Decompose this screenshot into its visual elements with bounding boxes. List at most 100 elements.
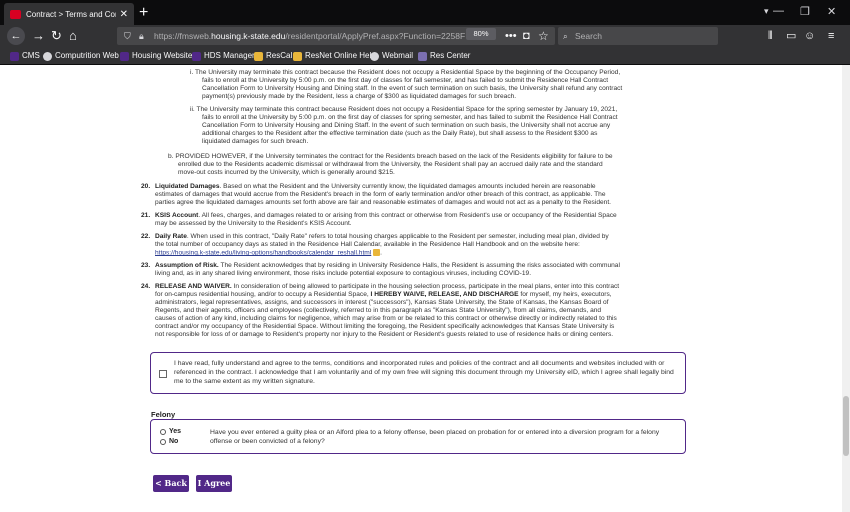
ksu-icon	[192, 51, 201, 61]
scrollbar-thumb[interactable]	[843, 396, 849, 456]
clause-22-line-3: https://housing.k-state.edu/living-optio…	[155, 249, 382, 257]
restore-window-icon[interactable]: ❐	[800, 5, 810, 18]
search-bar[interactable]: ⌕ Search	[558, 27, 718, 45]
tab-title: Contract > Terms and Conditi	[26, 9, 116, 19]
shield-icon[interactable]: ⛉	[124, 27, 131, 45]
site-favicon-icon	[10, 9, 21, 19]
tab-strip: Contract > Terms and Conditi ✕ + ▾ — ❐ ✕	[0, 0, 850, 25]
bookmark-hds-manager[interactable]: HDS Manager	[192, 50, 255, 62]
clause-23-title: Assumption of Risk.	[155, 262, 219, 269]
bookmark-resnet-online-help[interactable]: ResNet Online Help	[293, 50, 376, 62]
account-icon[interactable]: ☺	[804, 28, 815, 44]
term-b-line-2: enrolled due to the Residents academic d…	[178, 161, 603, 168]
term-ii-line-2: fails to enroll at the University by 5:0…	[202, 114, 618, 121]
clause-24-line-5: causes of action of any kind, including …	[155, 315, 617, 322]
url-prefix: https://fmsweb.	[154, 31, 212, 41]
search-placeholder: Search	[575, 31, 602, 41]
clause-22-line-2: the total number of occupancy days as st…	[155, 241, 580, 248]
sidebar-icon[interactable]: ▭	[786, 28, 796, 44]
clause-24-line-2: for on-campus residential housing, and/o…	[155, 291, 612, 298]
clause-24-number: 24.	[141, 283, 151, 290]
pocket-icon[interactable]: ◘	[523, 28, 530, 44]
agreement-box: I have read, fully understand and agree …	[150, 352, 686, 394]
clause-24-line-4: Regents, and their agents, officers and …	[155, 307, 602, 314]
felony-yes-radio[interactable]	[160, 429, 166, 435]
clause-22-line-1: Daily Rate. When used in this contract, …	[155, 233, 609, 240]
resnet-icon	[293, 51, 302, 61]
felony-no-label[interactable]: No	[169, 438, 178, 446]
term-b-line-3: move-out costs incurred by the Universit…	[178, 169, 395, 176]
bookmark-computrition-web[interactable]: Computrition Web	[43, 50, 119, 62]
minimize-window-icon[interactable]: —	[773, 5, 784, 17]
clause-21-title: KSIS Account	[155, 212, 199, 219]
back-button[interactable]: < Back	[153, 475, 189, 492]
url-domain: housing.k-state.edu	[211, 31, 286, 41]
felony-question: Have you ever entered a guilty plea or a…	[210, 429, 660, 445]
cms-icon	[10, 51, 19, 61]
menu-hamburger-icon[interactable]: ≡	[828, 28, 834, 44]
bookmark-star-icon[interactable]: ☆	[538, 28, 549, 44]
clause-24-title: RELEASE AND WAIVER.	[155, 283, 232, 290]
forward-arrow-icon[interactable]: →	[32, 28, 45, 44]
zoom-level-button[interactable]: 80%	[466, 28, 496, 40]
clause-24-line-6: contract and/or my occupancy of the Resi…	[155, 323, 615, 330]
felony-heading: Felony	[151, 410, 176, 419]
home-icon[interactable]: ⌂	[69, 28, 77, 44]
res-center-icon	[418, 51, 427, 61]
list-all-tabs-chevron-icon[interactable]: ▾	[764, 6, 769, 17]
clause-23-line-2: living and, as in any shared living envi…	[155, 270, 532, 277]
bookmark-res-center[interactable]: Res Center	[418, 50, 470, 62]
page-actions-ellipsis-icon[interactable]: •••	[505, 28, 517, 44]
term-ii-line-1: ii. The University may terminate this co…	[190, 106, 618, 113]
new-tab-plus-icon[interactable]: +	[139, 3, 148, 23]
globe-icon	[370, 51, 379, 61]
clause-24-line-1: RELEASE AND WAIVER. In consideration of …	[155, 283, 620, 290]
navigation-toolbar: ← → ↻ ⌂ ⛉ 🔒︎ https://fmsweb.housing.k-st…	[0, 25, 850, 47]
clause-23-line-1: Assumption of Risk. The Resident acknowl…	[155, 262, 620, 269]
felony-no-radio[interactable]	[160, 439, 166, 445]
calendar-link[interactable]: https://housing.k-state.edu/living-optio…	[155, 249, 371, 256]
close-window-icon[interactable]: ✕	[827, 5, 836, 18]
reload-icon[interactable]: ↻	[51, 28, 62, 44]
clause-22-number: 22.	[141, 233, 151, 240]
term-i-line-2: fails to enroll at the University by 5:0…	[202, 77, 609, 84]
felony-box: Yes No Have you ever entered a guilty pl…	[150, 419, 686, 454]
clause-20-line-2: estimates of damages that would accrue f…	[155, 191, 606, 198]
ksu-icon	[120, 51, 129, 61]
back-arrow-icon[interactable]: ←	[7, 27, 25, 45]
rescal-icon	[254, 51, 263, 61]
browser-tab[interactable]: Contract > Terms and Conditi ✕	[4, 3, 134, 25]
agreement-checkbox[interactable]	[159, 370, 167, 378]
page-content: i. The University may terminate this con…	[0, 65, 842, 512]
i-agree-button[interactable]: I Agree	[196, 475, 232, 492]
term-i-line-3: Cancellation Form to University Housing …	[202, 85, 623, 92]
close-tab-icon[interactable]: ✕	[120, 9, 128, 20]
clause-20-line-1: Liquidated Damages. Based on what the Re…	[155, 183, 596, 190]
felony-yes-label[interactable]: Yes	[169, 428, 181, 436]
library-icon[interactable]: ⫴	[768, 28, 773, 44]
term-ii-line-4: additional charges to the Resident after…	[202, 130, 598, 137]
bookmark-rescal[interactable]: ResCal	[254, 50, 292, 62]
clause-22-title: Daily Rate	[155, 233, 187, 240]
bookmarks-toolbar: CMS Computrition Web Housing Website HDS…	[0, 47, 850, 65]
clause-20-number: 20.	[141, 183, 151, 190]
bookmark-webmail[interactable]: Webmail	[370, 50, 413, 62]
padlock-icon[interactable]: 🔒︎	[139, 27, 144, 45]
term-b-line-1: b. PROVIDED HOWEVER, if the University t…	[168, 153, 613, 160]
clause-21-line-1: KSIS Account. All fees, charges, and dam…	[155, 212, 617, 219]
clause-24-line-7: not responsible for loss of or damage to…	[155, 331, 614, 338]
clause-24-line-3: administrators, legal representatives, a…	[155, 299, 609, 306]
bookmark-cms[interactable]: CMS	[10, 50, 40, 62]
term-ii-line-5: liquidated damages for such breach.	[202, 138, 309, 145]
globe-icon	[43, 51, 52, 61]
term-i-line-1: i. The University may terminate this con…	[190, 69, 621, 76]
agreement-text: I have read, fully understand and agree …	[174, 360, 674, 385]
clause-21-line-2: may be assessed by the University to the…	[155, 220, 352, 227]
search-icon: ⌕	[563, 31, 568, 41]
clause-23-number: 23.	[141, 262, 151, 269]
clause-21-number: 21.	[141, 212, 151, 219]
clause-20-line-3: parties agree the liquidated damages amo…	[155, 199, 611, 206]
url-path: /residentportal/ApplyPref.aspx?Function=…	[285, 31, 466, 41]
term-i-line-4: payment(s) previously made by the Reside…	[202, 93, 517, 100]
bookmark-housing-website[interactable]: Housing Website	[120, 50, 192, 62]
